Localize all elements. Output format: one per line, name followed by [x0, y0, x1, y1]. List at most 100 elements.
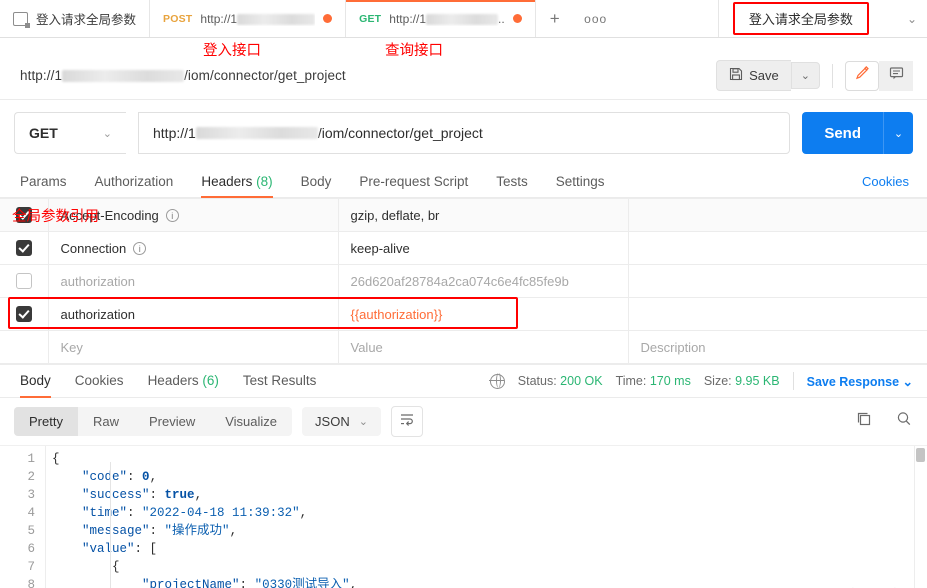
tab-request-post[interactable]: POST http://1 [150, 0, 347, 37]
tab-strip: 登入请求全局参数 POST http://1 GET http://1.. + … [0, 0, 927, 38]
header-checkbox[interactable] [15, 306, 32, 323]
header-key-placeholder[interactable]: Key [47, 330, 339, 364]
send-options-button[interactable]: ⌄ [883, 112, 913, 154]
tab-response-body[interactable]: Body [20, 364, 51, 398]
header-enabled-cell [0, 231, 49, 265]
table-row[interactable]: Accept-Encoding i gzip, deflate, br [0, 198, 927, 232]
header-value-cell[interactable]: {{authorization}} [337, 297, 629, 331]
tab-label: 登入请求全局参数 [36, 13, 137, 27]
table-row[interactable]: authorization {{authorization}} 全局参数引用 [0, 209, 927, 331]
line-number: 8 [27, 578, 35, 588]
scrollbar-thumb[interactable] [916, 448, 925, 462]
view-visualize[interactable]: Visualize [210, 407, 292, 436]
url-input[interactable]: http://1/iom/connector/get_project [138, 112, 791, 154]
code-lines[interactable]: { "code": 0, "success": true, "time": "2… [46, 446, 927, 588]
line-number: 3 [27, 488, 35, 502]
tab-tests[interactable]: Tests [496, 166, 528, 198]
code-line: "projectName": "0330测试导入", [142, 578, 358, 588]
environment-zone: 登入请求全局参数 ⌄ [718, 0, 927, 37]
tab-url: http://1 [200, 12, 316, 26]
code-line: "code": 0, [82, 470, 158, 484]
header-description-placeholder[interactable]: Description [627, 330, 927, 364]
code-line: "message": "操作成功", [82, 524, 238, 538]
response-meta: Status: 200 OK Time: 170 ms Size: 9.95 K… [489, 372, 913, 390]
code-line: "success": true, [82, 488, 203, 502]
response-view-toolbar: Pretty Raw Preview Visualize JSON ⌄ [0, 398, 927, 445]
new-tab-button[interactable]: + [535, 0, 574, 37]
table-row-placeholder[interactable]: Key Value Description [0, 330, 927, 364]
tab-response-headers[interactable]: Headers (6) [148, 364, 219, 398]
environment-selector[interactable]: 登入请求全局参数 [732, 2, 869, 35]
header-key-cell[interactable]: authorization [47, 297, 339, 331]
tab-headers[interactable]: Headers (8) [201, 166, 273, 198]
tab-options-button[interactable]: ooo [573, 0, 618, 37]
unsaved-dot-icon [323, 14, 333, 23]
breadcrumb: http://1/iom/connector/get_project [20, 68, 346, 83]
view-raw[interactable]: Raw [78, 407, 134, 436]
tab-settings[interactable]: Settings [556, 166, 605, 198]
tab-body[interactable]: Body [301, 166, 332, 198]
tab-params[interactable]: Params [20, 166, 67, 198]
cookies-link[interactable]: Cookies [862, 166, 909, 198]
tab-pre-request-script[interactable]: Pre-request Script [359, 166, 468, 198]
response-tabs: Body Cookies Headers (6) Test Results [20, 364, 316, 398]
table-row[interactable]: authorization 26d620af28784a2ca074c6e4fc… [0, 264, 927, 298]
request-save-bar: http://1/iom/connector/get_project Save … [0, 60, 927, 100]
globe-icon [489, 373, 505, 389]
header-description-cell[interactable]: 全局参数引用 [12, 209, 927, 331]
header-key-cell[interactable]: Connection i [47, 231, 339, 265]
tabstrip-spacer [617, 0, 719, 37]
search-icon[interactable] [895, 410, 913, 433]
tab-collection-global-params[interactable]: 登入请求全局参数 [0, 0, 151, 37]
view-pretty[interactable]: Pretty [14, 407, 78, 436]
header-description-cell[interactable] [627, 231, 927, 265]
divider [792, 372, 794, 390]
header-checkbox[interactable] [15, 273, 32, 290]
code-line: { [52, 452, 60, 466]
info-icon[interactable]: i [165, 208, 179, 222]
save-button[interactable]: Save [716, 60, 791, 91]
line-number: 4 [27, 506, 35, 520]
tab-test-results[interactable]: Test Results [243, 364, 317, 398]
save-cluster: Save ⌄ [716, 60, 913, 91]
response-format-value: JSON [315, 414, 350, 429]
table-row[interactable]: Connection i keep-alive [0, 231, 927, 265]
response-body-viewer[interactable]: 123456789 { "code": 0, "success": true, … [0, 445, 927, 588]
line-number: 2 [27, 470, 35, 484]
edit-request-button[interactable] [845, 60, 879, 91]
save-options-button[interactable]: ⌄ [790, 62, 820, 89]
request-tabs: Params Authorization Headers (8) Body Pr… [0, 166, 927, 198]
http-method-select[interactable]: GET ⌄ [14, 112, 126, 154]
header-enabled-cell [0, 330, 49, 364]
http-method-value: GET [29, 125, 58, 141]
comment-icon [888, 65, 905, 87]
response-format-select[interactable]: JSON ⌄ [302, 407, 381, 436]
floppy-disk-icon [729, 67, 743, 84]
header-description-cell[interactable] [627, 198, 927, 232]
header-value-cell[interactable]: gzip, deflate, br [337, 198, 629, 232]
chevron-down-icon: ⌄ [358, 416, 368, 428]
tab-method-get: GET [359, 12, 382, 25]
word-wrap-button[interactable] [390, 406, 423, 437]
line-number: 6 [27, 542, 35, 556]
save-response-button[interactable]: Save Response ⌄ [807, 374, 913, 389]
header-key-cell[interactable]: authorization [47, 264, 339, 298]
status-field: Status: 200 OK [517, 374, 603, 388]
tab-request-get[interactable]: GET http://1.. [346, 0, 536, 37]
header-value-cell[interactable]: 26d620af28784a2ca074c6e4fc85fe9b [337, 264, 629, 298]
header-value-placeholder[interactable]: Value [337, 330, 629, 364]
header-checkbox[interactable] [15, 240, 32, 257]
view-preview[interactable]: Preview [134, 407, 210, 436]
chevron-down-icon[interactable]: ⌄ [907, 12, 917, 26]
header-value-cell[interactable]: keep-alive [337, 231, 629, 265]
tab-response-cookies[interactable]: Cookies [75, 364, 124, 398]
response-scrollbar[interactable] [914, 446, 927, 588]
copy-icon[interactable] [855, 410, 873, 433]
send-button[interactable]: Send [802, 112, 883, 154]
annotation-query-api: 查询接口 [385, 43, 443, 59]
comment-button[interactable] [879, 60, 913, 91]
annotation-login-api: 登入接口 [203, 43, 261, 59]
tab-authorization[interactable]: Authorization [95, 166, 174, 198]
header-description-cell[interactable] [627, 264, 927, 298]
info-icon[interactable]: i [133, 241, 147, 255]
